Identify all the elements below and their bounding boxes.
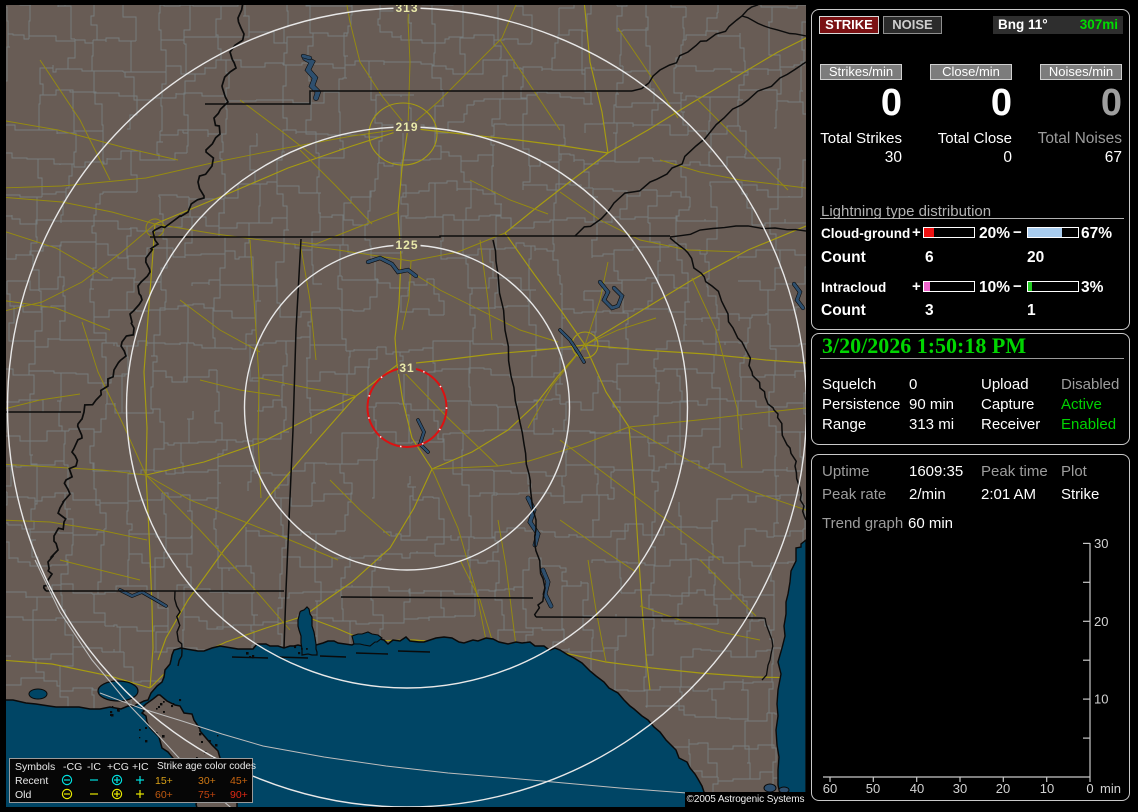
svg-text:20: 20 (996, 781, 1010, 796)
svg-text:30: 30 (953, 781, 967, 796)
svg-text:60: 60 (823, 781, 837, 796)
svg-text:10: 10 (1094, 692, 1108, 707)
svg-text:min: min (1100, 781, 1121, 796)
svg-text:20: 20 (1094, 614, 1108, 629)
svg-text:30: 30 (1094, 536, 1108, 551)
svg-text:10: 10 (1040, 781, 1054, 796)
svg-text:0: 0 (1086, 781, 1093, 796)
svg-text:40: 40 (910, 781, 924, 796)
svg-text:50: 50 (866, 781, 880, 796)
